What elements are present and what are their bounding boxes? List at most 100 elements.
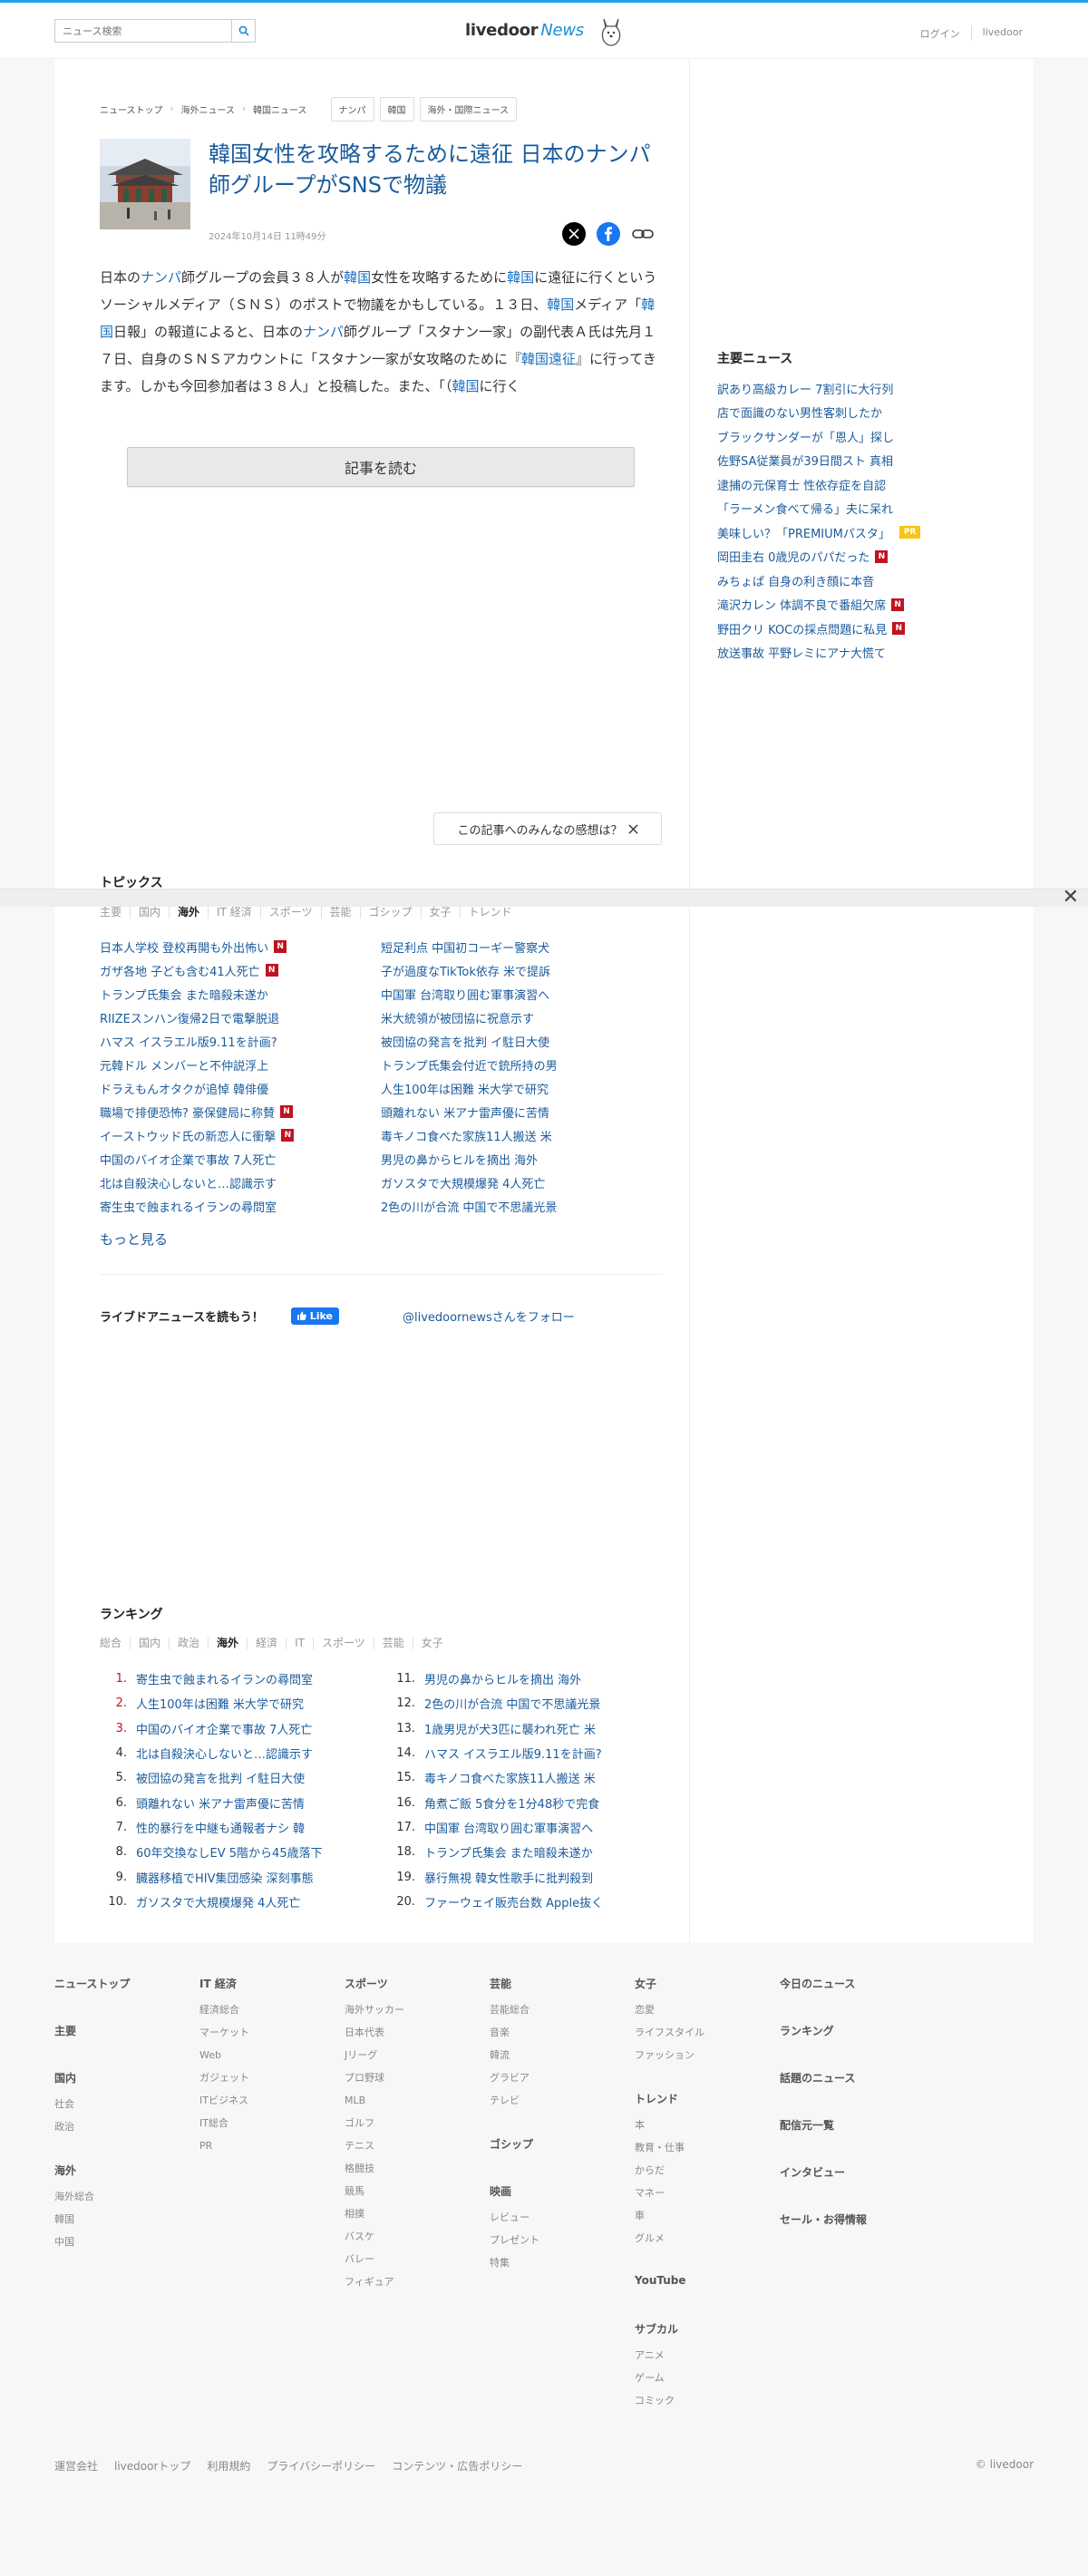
footer-heading[interactable]: スポーツ bbox=[345, 1976, 490, 1990]
sidebar-news-item[interactable]: 野田クリ KOCの採点問題に私見 N bbox=[717, 617, 1016, 641]
login-link[interactable]: ログイン bbox=[909, 26, 971, 41]
topic-item[interactable]: 元韓ドル メンバーと不仲説浮上 bbox=[100, 1053, 381, 1076]
topic-item[interactable]: 日本人学校 登校再開も外出怖い N bbox=[100, 935, 381, 958]
sidebar-news-item[interactable]: みちょぱ 自身の利き顔に本音 bbox=[717, 569, 1016, 593]
ranking-tab[interactable]: スポーツ bbox=[312, 1638, 374, 1649]
close-icon[interactable]: ✕ bbox=[1063, 888, 1079, 908]
search-input[interactable] bbox=[55, 20, 228, 42]
tag-link[interactable]: 韓国 bbox=[379, 97, 414, 122]
footer-link[interactable]: 利用規約 bbox=[207, 2458, 250, 2474]
topics-tab[interactable]: スポーツ bbox=[259, 907, 321, 919]
facebook-share-icon[interactable] bbox=[597, 222, 620, 246]
footer-link[interactable]: 日本代表 bbox=[345, 2026, 490, 2048]
footer-heading[interactable]: 海外 bbox=[54, 2163, 199, 2177]
topic-item[interactable]: 子が過度なTikTok依存 米で提訴 bbox=[381, 958, 662, 982]
ranking-item[interactable]: 4. 北は自殺決心しないと…認識示す bbox=[100, 1741, 388, 1765]
footer-heading[interactable]: ニューストップ bbox=[54, 1976, 199, 1990]
footer-link[interactable]: 運営会社 bbox=[54, 2458, 98, 2474]
topic-item[interactable]: 短足利点 中国初コーギー警察犬 bbox=[381, 935, 662, 958]
footer-link[interactable]: フィギュア bbox=[345, 2275, 490, 2298]
sidebar-news-item[interactable]: 滝沢カレン 体調不良で番組欠席 N bbox=[717, 593, 1016, 617]
footer-link[interactable]: MLB bbox=[345, 2094, 490, 2116]
topics-tab[interactable]: IT 経済 bbox=[208, 907, 260, 919]
footer-link[interactable]: プロ野球 bbox=[345, 2071, 490, 2094]
keyword-link[interactable]: 韓国 bbox=[507, 269, 534, 286]
footer-heading[interactable]: 主要 bbox=[54, 2023, 199, 2037]
site-logo[interactable]: livedoor News bbox=[465, 21, 584, 40]
ranking-item[interactable]: 3. 中国のバイオ企業で事故 7人死亡 bbox=[100, 1716, 388, 1741]
footer-link[interactable]: Web bbox=[199, 2048, 345, 2071]
footer-link[interactable]: バレー bbox=[345, 2252, 490, 2275]
footer-link[interactable]: 韓国 bbox=[54, 2212, 199, 2235]
facebook-like-button[interactable]: Like bbox=[290, 1307, 339, 1325]
ranking-tab[interactable]: 海外 bbox=[208, 1638, 247, 1649]
footer-link[interactable]: コンテンツ・広告ポリシー bbox=[392, 2458, 522, 2474]
footer-link[interactable]: IT総合 bbox=[199, 2116, 345, 2139]
ranking-item[interactable]: 8. 60年交換なしEV 5階から45歳落下 bbox=[100, 1840, 388, 1864]
topics-tab[interactable]: 女子 bbox=[420, 907, 460, 919]
topic-item[interactable]: 被団協の発言を批判 イ駐日大使 bbox=[381, 1029, 662, 1053]
footer-link[interactable]: ゴルフ bbox=[345, 2116, 490, 2139]
topics-tab[interactable]: ゴシップ bbox=[359, 907, 421, 919]
footer-link[interactable]: 経済総合 bbox=[199, 2003, 345, 2026]
topics-tab[interactable]: トレンド bbox=[459, 907, 520, 919]
topics-tab[interactable]: 芸能 bbox=[320, 907, 360, 919]
topics-tab[interactable]: 海外 bbox=[169, 907, 208, 919]
footer-link[interactable]: PR bbox=[199, 2139, 345, 2162]
search-button[interactable] bbox=[231, 20, 255, 42]
topic-item[interactable]: 人生100年は困難 米大学で研究 bbox=[381, 1076, 662, 1100]
ranking-item[interactable]: 17. 中国軍 台湾取り囲む軍事演習へ bbox=[388, 1815, 662, 1840]
topic-item[interactable]: 職場で排便恐怖? 豪保健局に称賛 N bbox=[100, 1100, 381, 1123]
footer-heading[interactable]: サブカル bbox=[635, 2321, 780, 2336]
ranking-item[interactable]: 18. トランプ氏集会 また暗殺未遂か bbox=[388, 1840, 662, 1864]
footer-link[interactable]: 競馬 bbox=[345, 2184, 490, 2207]
footer-heading[interactable]: トレンド bbox=[635, 2091, 780, 2105]
ranking-item[interactable]: 7. 性的暴行を中継も通報者ナシ 韓 bbox=[100, 1815, 388, 1840]
footer-link[interactable]: レビュー bbox=[490, 2211, 635, 2233]
footer-link[interactable]: テレビ bbox=[490, 2094, 635, 2116]
topic-item[interactable]: 寄生虫で蝕まれるイランの尋問室 bbox=[100, 1194, 381, 1218]
x-share-icon[interactable] bbox=[562, 222, 586, 246]
topic-item[interactable]: ハマス イスラエル版9.11を計画? bbox=[100, 1029, 381, 1053]
footer-link[interactable]: 相撲 bbox=[345, 2207, 490, 2230]
topic-item[interactable]: 北は自殺決心しないと…認識示す bbox=[100, 1171, 381, 1194]
sidebar-news-item[interactable]: 岡田圭右 0歳児のパパだった N bbox=[717, 545, 1016, 569]
ranking-item[interactable]: 13. 1歳男児が犬3匹に襲われ死亡 米 bbox=[388, 1716, 662, 1741]
livedoor-link[interactable]: livedoor bbox=[970, 26, 1034, 41]
footer-link[interactable]: 教育・仕事 bbox=[635, 2141, 780, 2163]
ranking-item[interactable]: 10. ガソスタで大規模爆発 4人死亡 bbox=[100, 1890, 388, 1914]
footer-link[interactable]: テニス bbox=[345, 2139, 490, 2162]
topic-item[interactable]: 中国のバイオ企業で事故 7人死亡 bbox=[100, 1147, 381, 1171]
footer-link[interactable]: マネー bbox=[635, 2186, 780, 2209]
ranking-item[interactable]: 20. ファーウェイ販売台数 Apple抜く bbox=[388, 1890, 662, 1914]
footer-link[interactable]: 本 bbox=[635, 2118, 780, 2141]
sidebar-news-item[interactable]: 店で面識のない男性客刺したか bbox=[717, 401, 1016, 425]
footer-heading[interactable]: 女子 bbox=[635, 1976, 780, 1990]
keyword-link[interactable]: 韓国 bbox=[344, 269, 371, 286]
topic-item[interactable]: トランプ氏集会 また暗殺未遂か bbox=[100, 982, 381, 1006]
ranking-tab[interactable]: 総合 bbox=[100, 1638, 130, 1649]
ranking-tab[interactable]: IT bbox=[286, 1638, 313, 1649]
footer-heading[interactable]: 今日のニュース bbox=[780, 1976, 925, 1990]
footer-link[interactable]: 格闘技 bbox=[345, 2162, 490, 2184]
topic-item[interactable]: 男児の鼻からヒルを摘出 海外 bbox=[381, 1147, 662, 1171]
reaction-button[interactable]: この記事へのみんなの感想は？ bbox=[433, 812, 662, 845]
footer-link[interactable]: プライバシーポリシー bbox=[267, 2458, 375, 2474]
topic-item[interactable]: 中国軍 台湾取り囲む軍事演習へ bbox=[381, 982, 662, 1006]
footer-link[interactable]: プレゼント bbox=[490, 2233, 635, 2256]
footer-link[interactable]: 社会 bbox=[54, 2097, 199, 2120]
footer-link[interactable]: ガジェット bbox=[199, 2071, 345, 2094]
footer-link[interactable]: バスケ bbox=[345, 2230, 490, 2252]
footer-link[interactable]: ファッション bbox=[635, 2048, 780, 2071]
footer-heading[interactable]: 国内 bbox=[54, 2070, 199, 2085]
ranking-tab[interactable]: 政治 bbox=[169, 1638, 208, 1649]
sidebar-news-item[interactable]: 訳あり高級カレー 7割引に大行列 bbox=[717, 376, 1016, 401]
twitter-follow-link[interactable]: @livedoornewsさんをフォロー bbox=[403, 1307, 575, 1325]
sidebar-news-item[interactable]: 放送事故 平野レミにアナ大慌て bbox=[717, 641, 1016, 666]
ranking-item[interactable]: 19. 暴行無視 韓女性歌手に批判殺到 bbox=[388, 1864, 662, 1889]
copy-link-icon[interactable] bbox=[631, 222, 655, 246]
ranking-item[interactable]: 14. ハマス イスラエル版9.11を計画? bbox=[388, 1741, 662, 1765]
footer-link[interactable]: 海外サッカー bbox=[345, 2003, 490, 2026]
footer-heading[interactable]: 配信元一覧 bbox=[780, 2117, 925, 2132]
footer-link[interactable]: ゲーム bbox=[635, 2371, 780, 2394]
